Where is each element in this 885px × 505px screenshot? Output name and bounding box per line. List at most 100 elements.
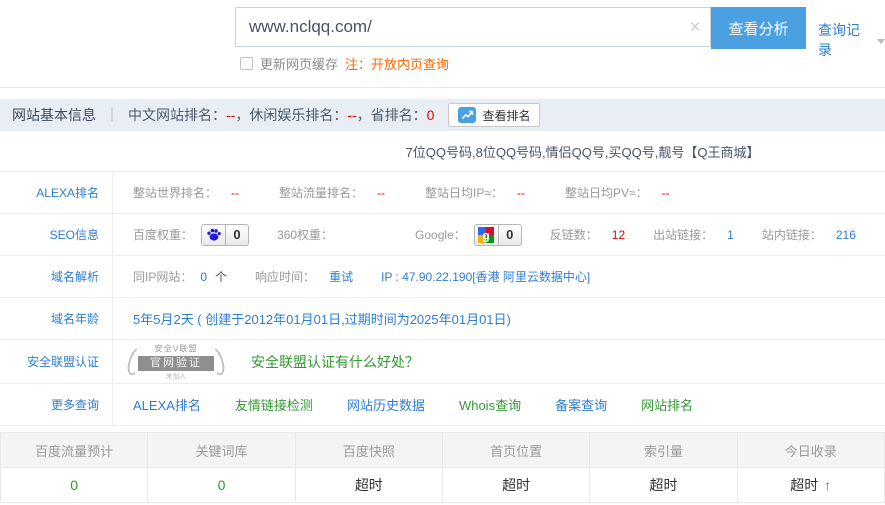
url-input[interactable] bbox=[236, 17, 680, 37]
security-cert-content: 安全V联盟 官网验证 未加入 安全联盟认证有什么好处？ bbox=[113, 342, 885, 382]
cn-rank-value: -- bbox=[226, 107, 235, 123]
query-history-link[interactable]: 查询记录 bbox=[818, 20, 885, 60]
ent-rank-value: -- bbox=[347, 107, 356, 123]
ip-location-link[interactable]: IP : 47.90.22.190[香港 阿里云数据中心] bbox=[381, 268, 590, 285]
section-title: 网站基本信息 bbox=[12, 105, 96, 125]
search-bar-section: × 查看分析 查询记录 更新网页缓存 注：开放内页查询 bbox=[0, 0, 885, 88]
alexa-row-content: 整站世界排名：-- 整站流量排名：-- 整站日均IP≈：-- 整站日均PV≈：-… bbox=[113, 184, 885, 201]
more-queries-links: ALEXA排名 友情链接检测 网站历史数据 Whois查询 备案查询 网站排名 bbox=[113, 395, 885, 414]
rank-summary: 中文网站排名：--，休闲娱乐排名：--，省排名：0 bbox=[128, 105, 434, 125]
link-site-history[interactable]: 网站历史数据 bbox=[347, 395, 425, 414]
info-table: 7位QQ号码,8位QQ号码,情侣QQ号,买QQ号,靓号【Q王商城】 ALEXA排… bbox=[0, 131, 885, 426]
security-seal-badge[interactable]: 安全V联盟 官网验证 未加入 bbox=[127, 342, 225, 382]
stats-val-today[interactable]: 超时 ↑ bbox=[738, 468, 884, 502]
more-queries-row: 更多查询 ALEXA排名 友情链接检测 网站历史数据 Whois查询 备案查询 … bbox=[0, 384, 885, 426]
baidu-stats-table: 百度流量预计 关键词库 百度快照 首页位置 索引量 今日收录 0 0 超时 超时… bbox=[0, 432, 885, 503]
retry-link[interactable]: 重试 bbox=[329, 268, 353, 285]
baidu-weight-badge[interactable]: 0 bbox=[201, 224, 249, 246]
stats-col-snapshot: 百度快照 bbox=[296, 433, 443, 467]
title-separator: ｜ bbox=[105, 105, 119, 125]
link-alexa-rank[interactable]: ALEXA排名 bbox=[133, 395, 201, 414]
alexa-item: 整站世界排名：-- bbox=[133, 184, 239, 201]
seo-row-content: 百度权重： 0 360权重： Google： g 0 反链数： 12 出站链接：… bbox=[113, 224, 885, 246]
url-input-wrap: × bbox=[235, 7, 711, 47]
link-friend-links[interactable]: 友情链接检测 bbox=[235, 395, 313, 414]
domain-age-row: 域名年龄 5年5月2天 ( 创建于2012年01月01日,过期时间为2025年0… bbox=[0, 298, 885, 340]
so360-weight-label: 360权重： bbox=[277, 226, 333, 243]
ad-row: 7位QQ号码,8位QQ号码,情侣QQ号,买QQ号,靓号【Q王商城】 bbox=[0, 131, 885, 172]
seal-top-text: 安全V联盟 bbox=[131, 342, 221, 354]
link-whois[interactable]: Whois查询 bbox=[459, 395, 521, 414]
stats-col-homepage: 首页位置 bbox=[443, 433, 590, 467]
cert-benefit-link[interactable]: 安全联盟认证有什么好处？ bbox=[251, 352, 419, 372]
stats-val-traffic[interactable]: 0 bbox=[1, 468, 148, 502]
dns-row: 域名解析 同IP网站： 0 个 响应时间： 重试 IP : 47.90.22.1… bbox=[0, 256, 885, 298]
baidu-paw-icon bbox=[202, 224, 226, 246]
domain-age-value: 5年5月2天 ( 创建于2012年01月01日,过期时间为2025年01月01日… bbox=[133, 309, 511, 328]
province-rank-label: ，省排名： bbox=[357, 107, 427, 123]
outlinks-value[interactable]: 1 bbox=[727, 228, 734, 242]
analyze-button[interactable]: 查看分析 bbox=[711, 7, 806, 49]
security-cert-label: 安全联盟认证 bbox=[0, 340, 113, 383]
backlinks-label: 反链数： bbox=[550, 226, 598, 243]
dns-row-label: 域名解析 bbox=[0, 256, 113, 297]
stats-val-homepage[interactable]: 超时 bbox=[443, 468, 590, 502]
same-ip-unit: 个 bbox=[215, 268, 227, 285]
refresh-cache-label: 更新网页缓存 bbox=[260, 54, 338, 73]
same-ip-label: 同IP网站： bbox=[133, 268, 192, 285]
cn-rank-label: 中文网站排名： bbox=[128, 107, 226, 123]
inlinks-label: 站内链接： bbox=[762, 226, 822, 243]
stats-col-traffic: 百度流量预计 bbox=[1, 433, 148, 467]
seo-row-label: SEO信息 bbox=[0, 214, 113, 255]
google-pr-value: 0 bbox=[499, 227, 521, 242]
site-basic-info-header: 网站基本信息 ｜ 中文网站排名：--，休闲娱乐排名：--，省排名：0 查看排名 bbox=[0, 99, 885, 131]
security-cert-row: 安全联盟认证 安全V联盟 官网验证 未加入 安全联盟认证有什么好处？ bbox=[0, 340, 885, 384]
link-icp-record[interactable]: 备案查询 bbox=[555, 395, 607, 414]
dns-row-content: 同IP网站： 0 个 响应时间： 重试 IP : 47.90.22.190[香港… bbox=[113, 268, 885, 285]
trend-chart-icon bbox=[458, 107, 476, 123]
alexa-rank-row: ALEXA排名 整站世界排名：-- 整站流量排名：-- 整站日均IP≈：-- 整… bbox=[0, 172, 885, 214]
cache-option-row: 更新网页缓存 注：开放内页查询 bbox=[240, 54, 449, 73]
domain-age-label: 域名年龄 bbox=[0, 298, 113, 339]
stats-val-keywords[interactable]: 0 bbox=[148, 468, 295, 502]
alexa-item: 整站日均PV≈：-- bbox=[565, 184, 670, 201]
baidu-weight-label: 百度权重： bbox=[133, 226, 193, 243]
inner-page-note: 注：开放内页查询 bbox=[345, 54, 449, 73]
province-rank-value: 0 bbox=[427, 107, 435, 123]
refresh-cache-checkbox[interactable] bbox=[240, 57, 253, 70]
google-pr-label: Google： bbox=[415, 226, 466, 243]
query-history-label: 查询记录 bbox=[818, 20, 872, 60]
alexa-item: 整站日均IP≈：-- bbox=[425, 184, 525, 201]
view-rank-button[interactable]: 查看排名 bbox=[448, 103, 540, 127]
google-icon: g bbox=[475, 224, 499, 246]
alexa-item: 整站流量排名：-- bbox=[279, 184, 385, 201]
same-ip-value[interactable]: 0 bbox=[200, 270, 207, 284]
chevron-down-icon bbox=[877, 39, 885, 44]
alexa-row-label: ALEXA排名 bbox=[0, 172, 113, 213]
svg-text:g: g bbox=[483, 228, 490, 242]
stats-val-index[interactable]: 超时 bbox=[590, 468, 737, 502]
google-pr-badge[interactable]: g 0 bbox=[474, 224, 522, 246]
inlinks-value[interactable]: 216 bbox=[836, 228, 856, 242]
stats-col-today: 今日收录 bbox=[738, 433, 884, 467]
clear-input-icon[interactable]: × bbox=[680, 18, 710, 37]
more-queries-label: 更多查询 bbox=[0, 384, 113, 425]
seo-info-row: SEO信息 百度权重： 0 360权重： Google： g 0 反链数： 12… bbox=[0, 214, 885, 256]
stats-col-keywords: 关键词库 bbox=[148, 433, 295, 467]
qq-ad-link[interactable]: 7位QQ号码,8位QQ号码,情侣QQ号,买QQ号,靓号【Q王商城】 bbox=[406, 142, 760, 161]
link-site-rank[interactable]: 网站排名 bbox=[641, 395, 693, 414]
so360-weight-badge-placeholder bbox=[341, 224, 387, 246]
stats-values-row: 0 0 超时 超时 超时 超时 ↑ bbox=[1, 468, 884, 502]
domain-age-content: 5年5月2天 ( 创建于2012年01月01日,过期时间为2025年01月01日… bbox=[113, 309, 885, 328]
up-arrow-icon: ↑ bbox=[824, 477, 831, 493]
stats-val-snapshot[interactable]: 超时 bbox=[296, 468, 443, 502]
view-rank-label: 查看排名 bbox=[482, 107, 530, 124]
outlinks-label: 出站链接： bbox=[653, 226, 713, 243]
baidu-weight-value: 0 bbox=[226, 227, 248, 242]
stats-header-row: 百度流量预计 关键词库 百度快照 首页位置 索引量 今日收录 bbox=[1, 433, 884, 468]
seal-ribbon-text: 官网验证 bbox=[138, 356, 214, 371]
response-time-label: 响应时间： bbox=[255, 268, 315, 285]
ent-rank-label: ，休闲娱乐排名： bbox=[235, 107, 347, 123]
backlinks-value[interactable]: 12 bbox=[612, 228, 625, 242]
seal-bottom-text: 未加入 bbox=[134, 371, 217, 380]
